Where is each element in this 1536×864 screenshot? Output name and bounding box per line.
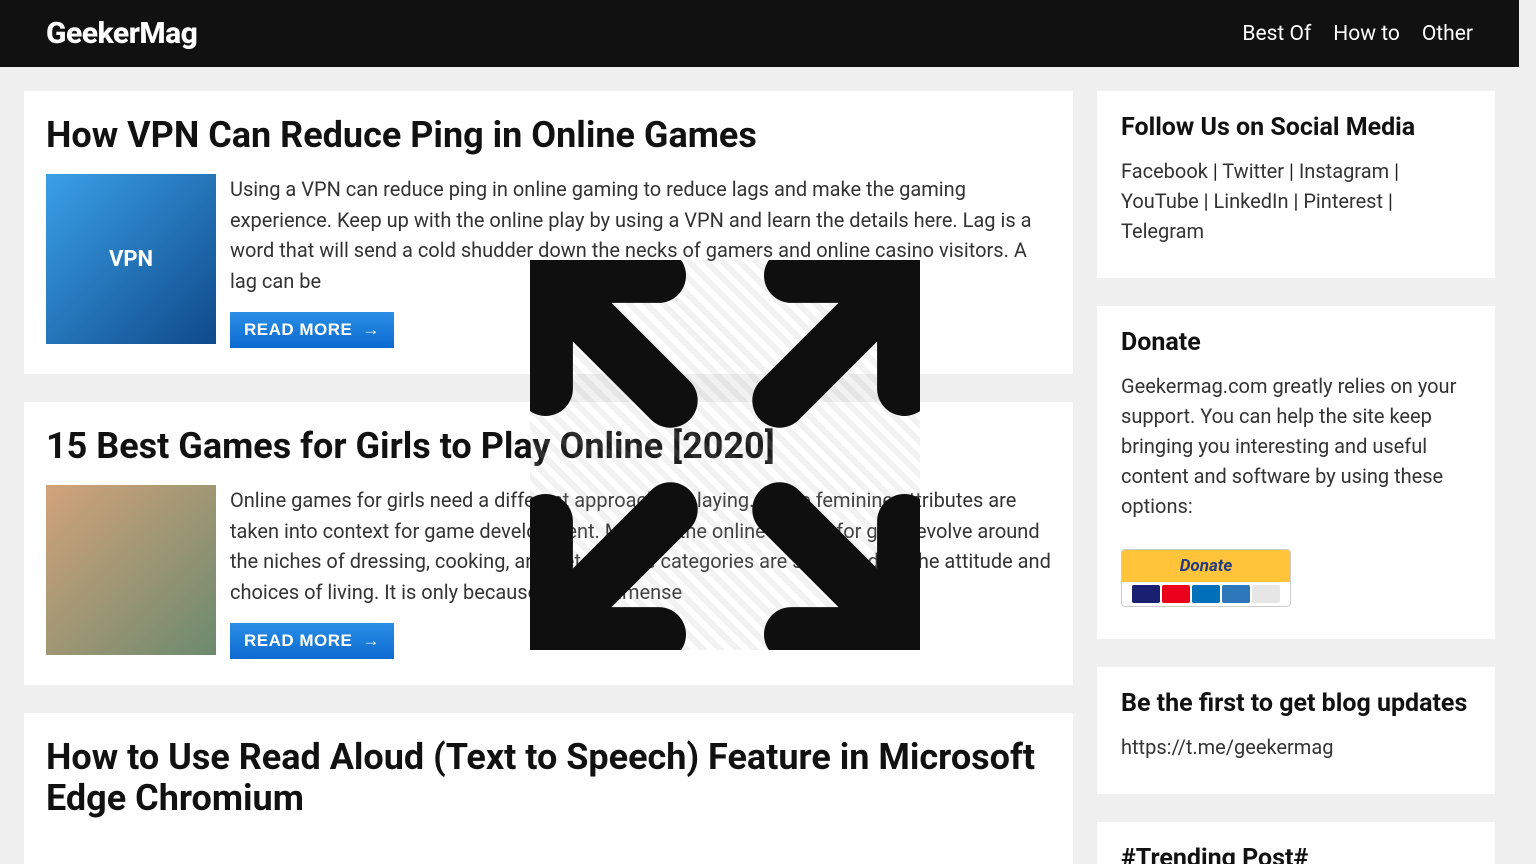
donate-widget: Donate Geekermag.com greatly relies on y… [1097,306,1495,639]
social-facebook[interactable]: Facebook [1121,159,1208,183]
site-header: GeekerMag Best Of How to Other [0,0,1519,67]
article-card: How VPN Can Reduce Ping in Online Games … [24,91,1073,374]
article-card: How to Use Read Aloud (Text to Speech) F… [24,713,1073,864]
donate-title: Donate [1121,328,1471,357]
social-links: Facebook | Twitter | Instagram | YouTube… [1121,156,1471,246]
arrow-right-icon: → [362,631,380,651]
article-excerpt: Using a VPN can reduce ping in online ga… [230,174,1051,296]
article-title[interactable]: 15 Best Games for Girls to Play Online [… [46,426,1051,467]
follow-title: Follow Us on Social Media [1121,113,1471,142]
social-twitter[interactable]: Twitter [1222,159,1284,183]
article-title[interactable]: How VPN Can Reduce Ping in Online Games [46,115,1051,156]
social-telegram[interactable]: Telegram [1121,219,1204,243]
donate-text: Geekermag.com greatly relies on your sup… [1121,371,1471,521]
updates-link[interactable]: https://t.me/geekermag [1121,732,1471,762]
nav-best-of[interactable]: Best Of [1242,22,1311,46]
nav-other[interactable]: Other [1422,22,1473,46]
nav-how-to[interactable]: How to [1333,22,1400,46]
follow-widget: Follow Us on Social Media Facebook | Twi… [1097,91,1495,278]
primary-nav: Best Of How to Other [1242,22,1473,46]
arrow-right-icon: → [362,320,380,340]
read-more-label: READ MORE [244,631,352,651]
site-logo[interactable]: GeekerMag [46,16,197,51]
read-more-button[interactable]: READ MORE → [230,623,394,659]
article-card: 15 Best Games for Girls to Play Online [… [24,402,1073,685]
payment-cards-icon [1122,582,1290,606]
social-pinterest[interactable]: Pinterest [1303,189,1383,213]
donate-button-label: Donate [1122,550,1290,582]
social-instagram[interactable]: Instagram [1299,159,1389,183]
paypal-donate-button[interactable]: Donate [1121,549,1291,607]
sidebar: Follow Us on Social Media Facebook | Twi… [1097,91,1495,864]
trending-widget: #Trending Post# [1097,822,1495,864]
article-excerpt: Online games for girls need a different … [230,485,1051,607]
trending-title: #Trending Post# [1121,844,1471,864]
read-more-button[interactable]: READ MORE → [230,312,394,348]
social-youtube[interactable]: YouTube [1121,189,1199,213]
article-title[interactable]: How to Use Read Aloud (Text to Speech) F… [46,737,1051,820]
updates-title: Be the first to get blog updates [1121,689,1471,718]
article-list: How VPN Can Reduce Ping in Online Games … [24,91,1073,864]
social-linkedin[interactable]: LinkedIn [1214,189,1289,213]
article-thumbnail[interactable]: VPN [46,174,216,344]
thumbnail-label: VPN [109,247,153,272]
read-more-label: READ MORE [244,320,352,340]
updates-widget: Be the first to get blog updates https:/… [1097,667,1495,794]
article-thumbnail[interactable] [46,485,216,655]
